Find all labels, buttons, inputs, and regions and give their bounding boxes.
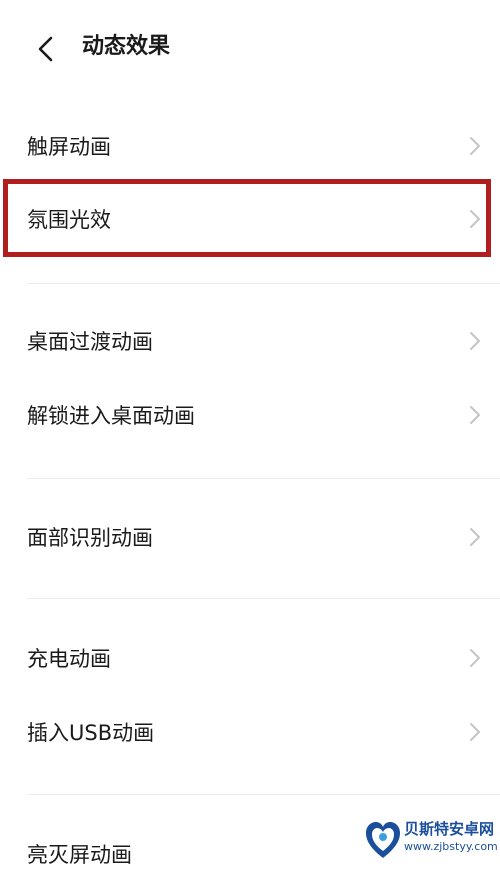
section-divider bbox=[27, 478, 500, 479]
chevron-left-icon bbox=[38, 36, 53, 62]
setting-row-label: 氛围光效 bbox=[27, 208, 111, 232]
setting-row-charging-animation[interactable]: 充电动画 bbox=[0, 628, 500, 688]
page-title: 动态效果 bbox=[82, 34, 171, 59]
setting-row-label: 桌面过渡动画 bbox=[27, 330, 153, 354]
setting-row-desktop-transition[interactable]: 桌面过渡动画 bbox=[0, 311, 500, 371]
chevron-right-icon bbox=[470, 210, 480, 228]
setting-row-label: 亮灭屏动画 bbox=[27, 843, 132, 867]
setting-row-label: 充电动画 bbox=[27, 647, 111, 671]
chevron-right-icon bbox=[470, 723, 480, 741]
setting-row-touch-animation[interactable]: 触屏动画 bbox=[0, 116, 500, 176]
section-divider bbox=[27, 598, 500, 599]
section-divider bbox=[27, 283, 500, 284]
watermark-site-url: www.zjbstyy.com bbox=[404, 840, 498, 853]
setting-row-unlock-animation[interactable]: 解锁进入桌面动画 bbox=[0, 385, 500, 445]
header-bar: 动态效果 bbox=[0, 0, 500, 96]
chevron-right-icon bbox=[470, 649, 480, 667]
heart-logo-icon bbox=[366, 822, 400, 858]
section-divider bbox=[27, 794, 500, 795]
setting-row-label: 面部识别动画 bbox=[27, 526, 153, 550]
setting-row-face-recognition[interactable]: 面部识别动画 bbox=[0, 507, 500, 567]
setting-row-label: 解锁进入桌面动画 bbox=[27, 404, 195, 428]
watermark-site-name: 贝斯特安卓网 bbox=[404, 820, 495, 838]
setting-row-usb-animation[interactable]: 插入USB动画 bbox=[0, 702, 500, 762]
back-button[interactable] bbox=[30, 34, 60, 64]
setting-row-label: 插入USB动画 bbox=[27, 721, 155, 745]
site-watermark: 贝斯特安卓网 www.zjbstyy.com bbox=[364, 816, 498, 864]
setting-row-ambient-light[interactable]: 氛围光效 bbox=[0, 189, 500, 249]
chevron-right-icon bbox=[470, 332, 480, 350]
chevron-right-icon bbox=[470, 137, 480, 155]
setting-row-label: 触屏动画 bbox=[27, 135, 111, 159]
chevron-right-icon bbox=[470, 406, 480, 424]
chevron-right-icon bbox=[470, 528, 480, 546]
